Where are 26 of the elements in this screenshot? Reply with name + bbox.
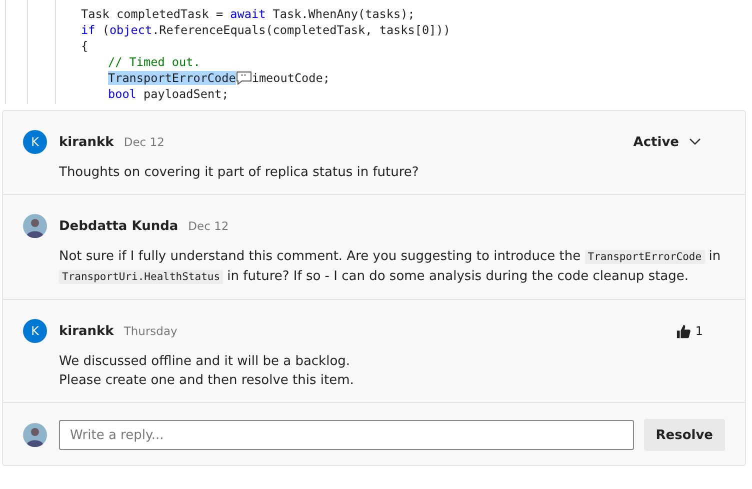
chevron-down-icon: [689, 138, 701, 146]
like-button[interactable]: 1: [674, 322, 705, 340]
comment-date: Dec 12: [188, 219, 229, 233]
reply-input[interactable]: Write a reply...: [59, 420, 634, 450]
comment-text: Not sure if I fully understand this comment. Are you suggesting to introduce the TransportErrorCode in TransportUri.HealthStatus in future? If so - I can do some analysis during the code cleanup stage.: [59, 248, 722, 286]
user-avatar-icon: [23, 423, 47, 447]
thumbs-up-icon: [676, 324, 692, 338]
author-name: Debdatta Kunda: [59, 218, 178, 234]
comment-text: Thoughts on covering it part of replica status in future?: [59, 164, 420, 182]
comment-date: Dec 12: [124, 135, 164, 149]
comment-icon[interactable]: [236, 71, 252, 85]
comment-text: We discussed offline and it will be a backlog.: [59, 353, 352, 371]
code-line: if (object.ReferenceEquals(completedTask, tasks[0])): [80, 22, 450, 38]
author-name: kirankk: [59, 134, 114, 150]
code-line: {: [80, 38, 90, 54]
user-avatar: K: [23, 319, 47, 343]
code-line: Task completedTask = await Task.WhenAny(tasks);: [80, 6, 416, 22]
comment-text: Please create one and then resolve this item.: [59, 372, 355, 390]
status-dropdown[interactable]: Active: [629, 132, 705, 152]
resolve-button[interactable]: Resolve: [644, 419, 725, 451]
code-line: // Timed out.: [107, 54, 202, 70]
user-avatar: K: [23, 130, 47, 154]
user-avatar-icon: [23, 214, 47, 238]
code-line: bool payloadSent;: [107, 86, 230, 102]
comment-date: Thursday: [124, 324, 178, 338]
author-name: kirankk: [59, 324, 114, 338]
